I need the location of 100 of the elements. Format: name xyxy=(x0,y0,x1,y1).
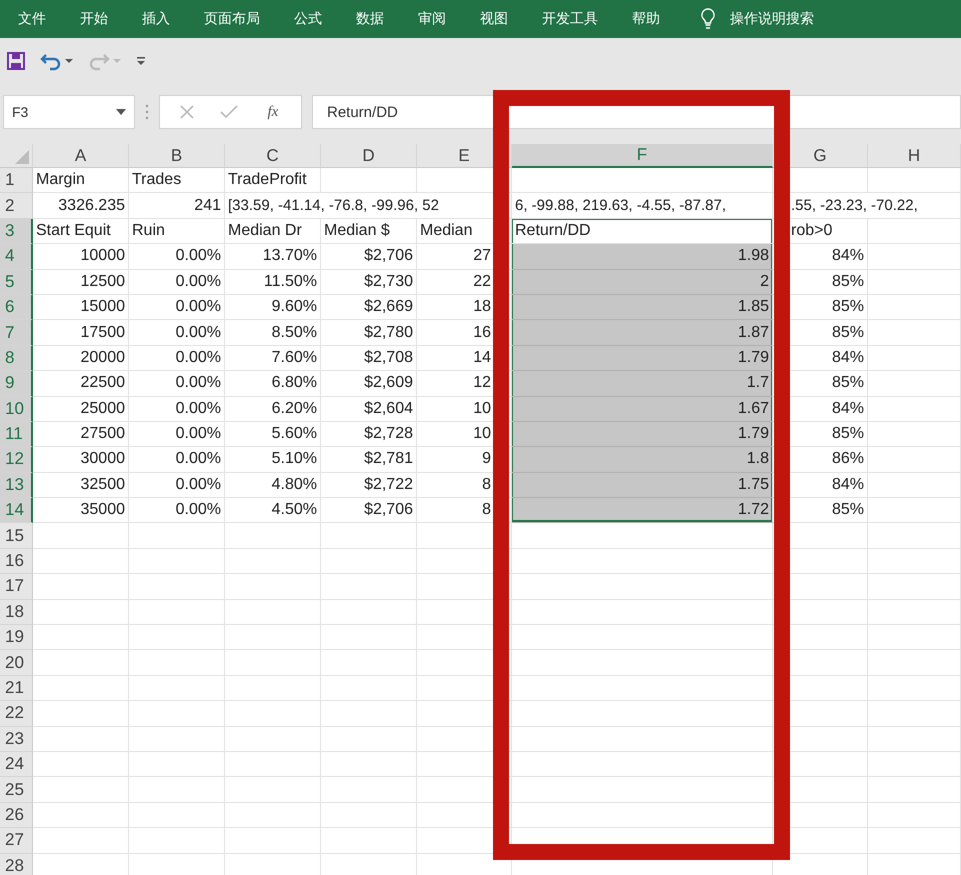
ribbon-tab[interactable]: 页面布局 xyxy=(204,10,260,28)
table-cell: 0.00% xyxy=(129,422,225,448)
row-number[interactable]: 20 xyxy=(0,650,33,676)
table-cell: 0.00% xyxy=(129,270,225,295)
table-cell: 35000 xyxy=(33,498,129,524)
ribbon-tab[interactable]: 帮助 xyxy=(632,10,660,28)
table-cell: 0.00% xyxy=(129,396,225,422)
table-cell: 12500 xyxy=(33,270,129,295)
row-number[interactable]: 22 xyxy=(0,701,33,727)
row-number[interactable]: 10 xyxy=(0,396,33,422)
ribbon-tab[interactable]: 视图 xyxy=(480,10,508,28)
table-cell: Median $ xyxy=(321,218,417,244)
table-cell: 1.85 xyxy=(512,294,773,320)
column-header[interactable]: C xyxy=(225,144,321,168)
table-cell: 7.60% xyxy=(225,346,321,372)
table-cell: 1.67 xyxy=(512,396,773,422)
row-number[interactable]: 9 xyxy=(0,371,33,397)
table-cell: 84% xyxy=(773,244,868,270)
tell-me-search[interactable]: 操作说明搜索 xyxy=(730,10,814,28)
row-number[interactable]: 26 xyxy=(0,802,33,828)
table-cell: rob>0 xyxy=(773,218,868,244)
table-cell: 30000 xyxy=(33,447,129,473)
table-cell: 1.72 xyxy=(512,498,773,524)
name-box[interactable]: F3 xyxy=(3,95,135,129)
row-number[interactable]: 19 xyxy=(0,625,33,650)
table-cell: 6.20% xyxy=(225,396,321,422)
table-cell: 25000 xyxy=(33,396,129,422)
table-cell: $2,706 xyxy=(321,498,417,524)
column-header[interactable]: F xyxy=(512,144,773,168)
row-number[interactable]: 8 xyxy=(0,346,33,372)
table-cell: 84% xyxy=(773,346,868,372)
table-cell: 0.00% xyxy=(129,447,225,473)
row-number[interactable]: 23 xyxy=(0,726,33,752)
save-icon[interactable] xyxy=(6,51,26,71)
table-cell: 22500 xyxy=(33,371,129,397)
table-cell: 0.00% xyxy=(129,472,225,498)
table-cell: 6.80% xyxy=(225,371,321,397)
table-cell: 8.50% xyxy=(225,320,321,346)
row-number[interactable]: 11 xyxy=(0,422,33,448)
row-number[interactable]: 1 xyxy=(0,168,33,194)
table-cell: 84% xyxy=(773,396,868,422)
row-number[interactable]: 13 xyxy=(0,472,33,498)
table-cell: 15000 xyxy=(33,294,129,320)
row-number[interactable]: 12 xyxy=(0,447,33,473)
ribbon-tab[interactable]: 公式 xyxy=(294,10,322,28)
row-number[interactable]: 7 xyxy=(0,320,33,346)
insert-function-button[interactable]: fx xyxy=(263,104,282,120)
ribbon-tab[interactable]: 插入 xyxy=(142,10,170,28)
row-number[interactable]: 6 xyxy=(0,294,33,320)
row-number[interactable]: 14 xyxy=(0,498,33,524)
table-cell: $2,706 xyxy=(321,244,417,270)
ribbon-tab[interactable]: 文件 xyxy=(18,10,46,28)
row-number[interactable]: 16 xyxy=(0,548,33,574)
table-cell: 85% xyxy=(773,498,868,524)
row-number[interactable]: 4 xyxy=(0,244,33,270)
column-header[interactable]: B xyxy=(129,144,225,168)
table-cell: 13.70% xyxy=(225,244,321,270)
row-number[interactable]: 27 xyxy=(0,828,33,854)
column-header[interactable]: H xyxy=(868,144,961,168)
row-number[interactable]: 18 xyxy=(0,600,33,626)
column-header[interactable]: D xyxy=(321,144,417,168)
table-cell: $2,728 xyxy=(321,422,417,448)
table-cell: 85% xyxy=(773,422,868,448)
table-cell: 1.7 xyxy=(512,371,773,397)
checkmark-icon[interactable] xyxy=(220,104,238,120)
row-number[interactable]: 21 xyxy=(0,676,33,702)
ribbon-tab[interactable]: 开始 xyxy=(80,10,108,28)
table-cell: 85% xyxy=(773,294,868,320)
lightbulb-icon[interactable] xyxy=(700,8,716,30)
grip-icon xyxy=(145,104,149,120)
table-cell: Start Equit xyxy=(33,218,129,244)
row-number[interactable]: 28 xyxy=(0,854,33,875)
column-header[interactable]: A xyxy=(33,144,129,168)
table-cell: 85% xyxy=(773,320,868,346)
table-cell: 3326.235 xyxy=(33,193,129,219)
row-number[interactable]: 15 xyxy=(0,523,33,549)
row-number[interactable]: 2 xyxy=(0,193,33,219)
table-cell: [33.59, -41.14, -76.8, -99.96, 52 xyxy=(225,193,512,219)
table-cell: $2,609 xyxy=(321,371,417,397)
table-cell: 84% xyxy=(773,472,868,498)
customize-toolbar-icon[interactable] xyxy=(136,55,146,67)
table-cell: $2,781 xyxy=(321,447,417,473)
table-cell: .55, -23.23, -70.22, xyxy=(773,193,961,219)
table-cell: 4.80% xyxy=(225,472,321,498)
table-cell: 32500 xyxy=(33,472,129,498)
table-cell: 20000 xyxy=(33,346,129,372)
undo-icon[interactable] xyxy=(40,51,74,71)
ribbon-tab[interactable]: 开发工具 xyxy=(542,10,598,28)
row-number[interactable]: 24 xyxy=(0,752,33,778)
row-number[interactable]: 17 xyxy=(0,574,33,600)
table-cell: 5.60% xyxy=(225,422,321,448)
table-cell: 0.00% xyxy=(129,320,225,346)
row-number[interactable]: 5 xyxy=(0,270,33,295)
row-number[interactable]: 25 xyxy=(0,777,33,803)
ribbon-tab[interactable]: 数据 xyxy=(356,10,384,28)
ribbon-tab[interactable]: 审阅 xyxy=(418,10,446,28)
row-number[interactable]: 3 xyxy=(0,218,33,244)
table-cell: $2,604 xyxy=(321,396,417,422)
table-cell: Ruin xyxy=(129,218,225,244)
table-cell: 1.8 xyxy=(512,447,773,473)
